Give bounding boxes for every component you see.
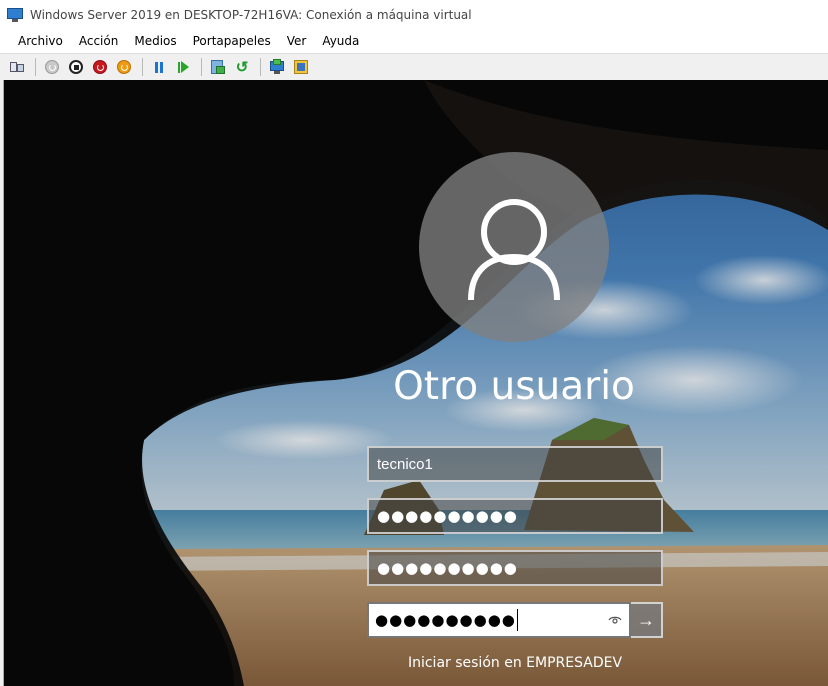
- save-state-button[interactable]: [113, 56, 135, 78]
- checkpoint-icon: [210, 59, 226, 75]
- username-value: tecnico1: [377, 455, 433, 473]
- user-avatar: [419, 152, 609, 342]
- window-title: Windows Server 2019 en DESKTOP-72H16VA: …: [30, 8, 472, 22]
- sign-in-domain-label: Iniciar sesión en EMPRESADEV: [407, 655, 623, 671]
- ctrl-alt-del-button[interactable]: [6, 56, 28, 78]
- menu-bar: Archivo Acción Medios Portapapeles Ver A…: [0, 30, 828, 52]
- user-display-name: Otro usuario: [393, 364, 635, 409]
- toolbar: ↺: [0, 53, 828, 80]
- revert-icon: ↺: [235, 58, 249, 76]
- title-bar[interactable]: Windows Server 2019 en DESKTOP-72H16VA: …: [0, 0, 828, 30]
- turn-off-button[interactable]: [65, 56, 87, 78]
- toolbar-separator: [142, 58, 143, 76]
- confirm-password-input[interactable]: ●●●●●●●●●●: [367, 602, 631, 638]
- turn-off-icon: [69, 60, 83, 74]
- toolbar-separator: [260, 58, 261, 76]
- vm-connection-window: Windows Server 2019 en DESKTOP-72H16VA: …: [0, 0, 828, 686]
- confirm-password-mask: ●●●●●●●●●●: [375, 611, 516, 629]
- enhanced-session-button[interactable]: [266, 56, 288, 78]
- toolbar-separator: [201, 58, 202, 76]
- menu-ayuda[interactable]: Ayuda: [314, 32, 367, 50]
- toolbar-separator: [35, 58, 36, 76]
- pause-icon: [155, 61, 163, 73]
- vm-connection-icon: [6, 7, 24, 23]
- menu-accion[interactable]: Acción: [71, 32, 126, 50]
- resume-button[interactable]: [172, 56, 194, 78]
- user-icon: [468, 199, 560, 301]
- checkpoint-button[interactable]: [207, 56, 229, 78]
- menu-archivo[interactable]: Archivo: [10, 32, 71, 50]
- menu-ver[interactable]: Ver: [279, 32, 315, 50]
- shut-down-button[interactable]: [89, 56, 111, 78]
- new-password-mask: ●●●●●●●●●●: [377, 559, 518, 577]
- eye-icon[interactable]: [607, 612, 623, 628]
- enhanced-session-icon: [269, 59, 285, 75]
- share-button[interactable]: [290, 56, 312, 78]
- shut-down-icon: [93, 60, 107, 74]
- text-caret: [516, 609, 518, 631]
- password-mask: ●●●●●●●●●●: [377, 507, 518, 525]
- share-icon: [293, 59, 309, 75]
- menu-medios[interactable]: Medios: [126, 32, 184, 50]
- username-input[interactable]: tecnico1: [367, 446, 663, 482]
- password-input[interactable]: ●●●●●●●●●●: [367, 498, 663, 534]
- pause-button[interactable]: [148, 56, 170, 78]
- vm-screen[interactable]: Otro usuario tecnico1 ●●●●●●●●●● ●●●●●●●…: [4, 80, 828, 686]
- resume-icon: [177, 61, 189, 73]
- ctrl-alt-del-icon: [9, 59, 25, 75]
- revert-button[interactable]: ↺: [231, 56, 253, 78]
- start-icon: [45, 60, 59, 74]
- menu-portapapeles[interactable]: Portapapeles: [185, 32, 279, 50]
- save-state-icon: [117, 60, 131, 74]
- start-button[interactable]: [41, 56, 63, 78]
- arrow-right-icon: →: [637, 609, 655, 630]
- submit-arrow-button[interactable]: →: [631, 602, 663, 638]
- new-password-input[interactable]: ●●●●●●●●●●: [367, 550, 663, 586]
